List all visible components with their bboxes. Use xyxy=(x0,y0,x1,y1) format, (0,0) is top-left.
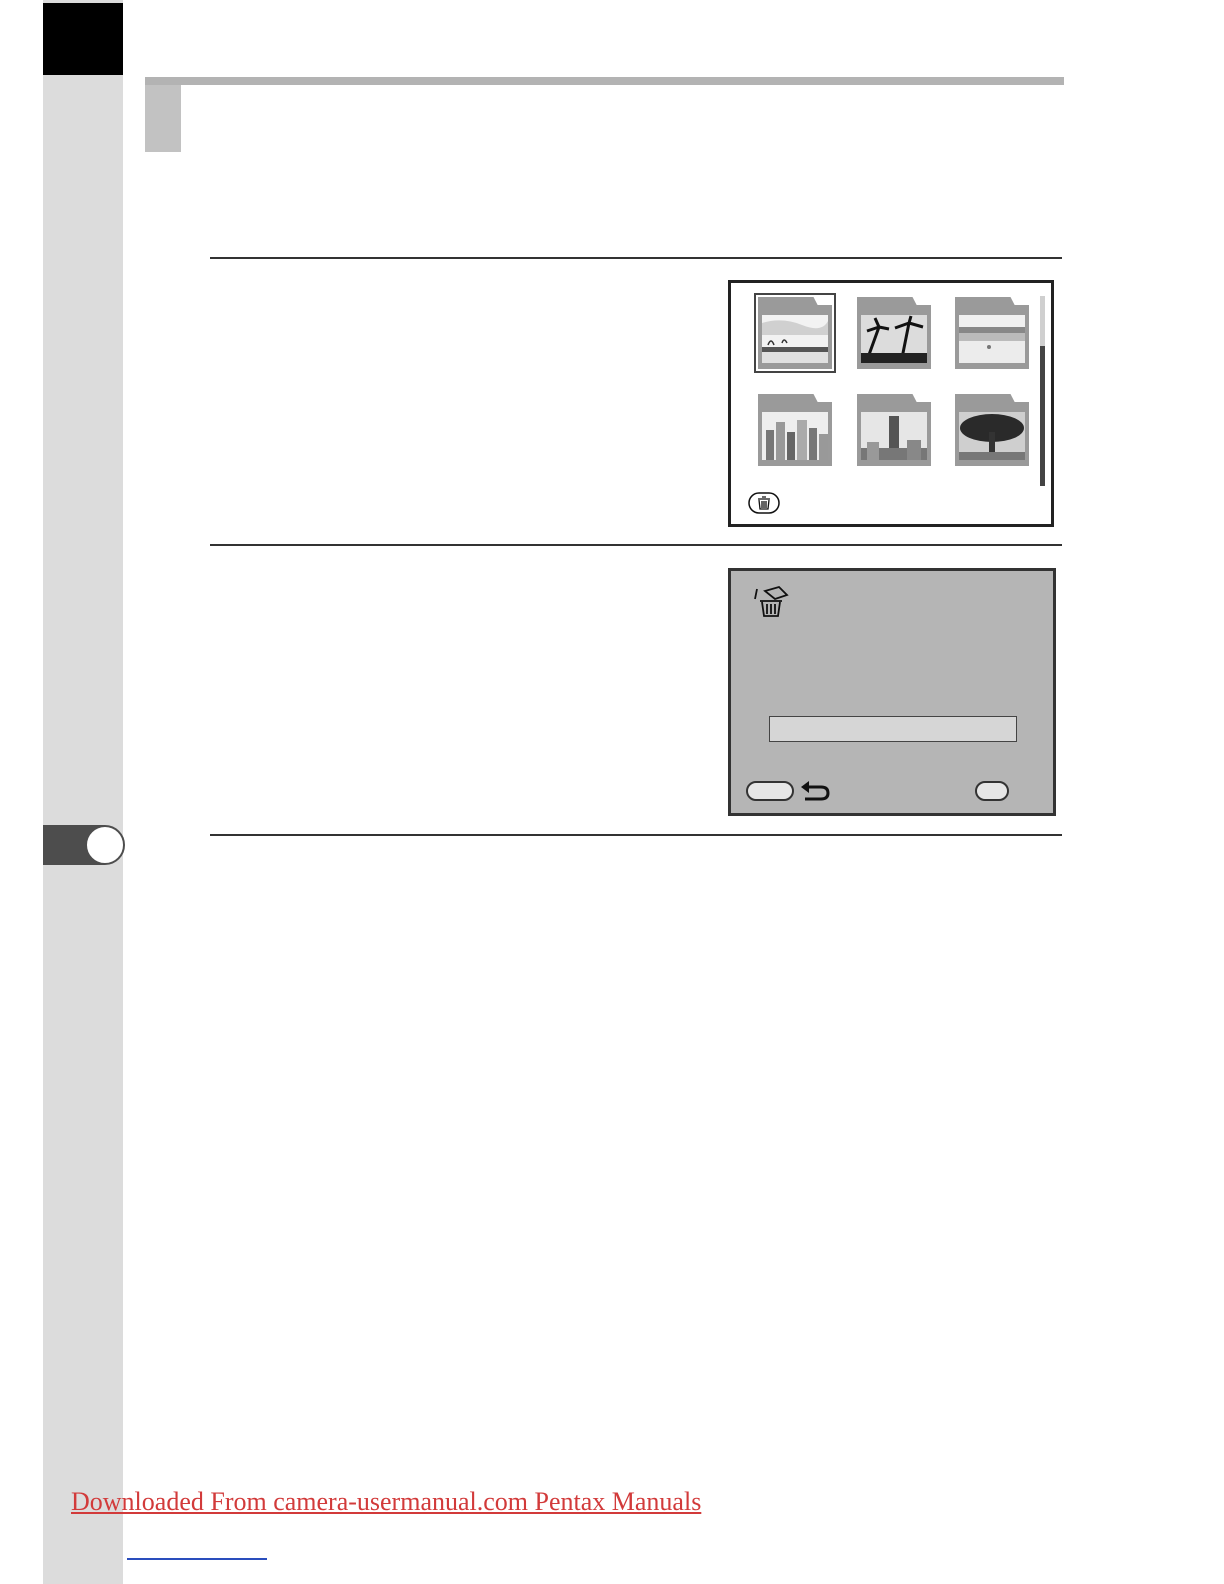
beach-photo xyxy=(762,315,828,363)
palms-photo xyxy=(861,315,927,363)
chapter-tab-circle xyxy=(85,825,125,865)
folder-tree-icon[interactable] xyxy=(955,394,1029,466)
folder-shore-icon[interactable] xyxy=(955,297,1029,369)
delete-folder-icon xyxy=(754,585,789,617)
bottom-underline xyxy=(127,1558,267,1560)
trash-icon[interactable] xyxy=(748,492,780,514)
city-photo xyxy=(762,412,828,460)
heading-rule xyxy=(145,77,1064,85)
shore-photo xyxy=(959,315,1025,363)
delete-progress-bar xyxy=(769,716,1017,742)
step-divider-bottom xyxy=(210,834,1062,836)
menu-button[interactable] xyxy=(746,781,794,801)
page-sidebar xyxy=(43,0,123,1584)
step-divider-top xyxy=(210,257,1062,259)
folder-select-screen xyxy=(728,280,1054,527)
folder-scrollbar[interactable] xyxy=(1040,296,1045,486)
heading-block xyxy=(145,85,181,152)
delete-progress-screen xyxy=(728,568,1056,816)
scrollbar-thumb[interactable] xyxy=(1040,346,1045,486)
return-arrow-icon xyxy=(801,781,830,801)
tree-photo xyxy=(959,412,1025,460)
chapter-tab-marker xyxy=(43,825,125,865)
tower-photo xyxy=(861,412,927,460)
folder-city-icon[interactable] xyxy=(758,394,832,466)
folder-beach-icon[interactable] xyxy=(754,293,836,373)
footer-download-link[interactable]: Downloaded From camera-usermanual.com Pe… xyxy=(71,1487,701,1517)
folder-tower-icon[interactable] xyxy=(857,394,931,466)
step-divider-middle xyxy=(210,544,1062,546)
folder-palms-icon[interactable] xyxy=(857,297,931,369)
ok-button[interactable] xyxy=(975,781,1009,801)
chapter-corner-block xyxy=(43,3,123,75)
